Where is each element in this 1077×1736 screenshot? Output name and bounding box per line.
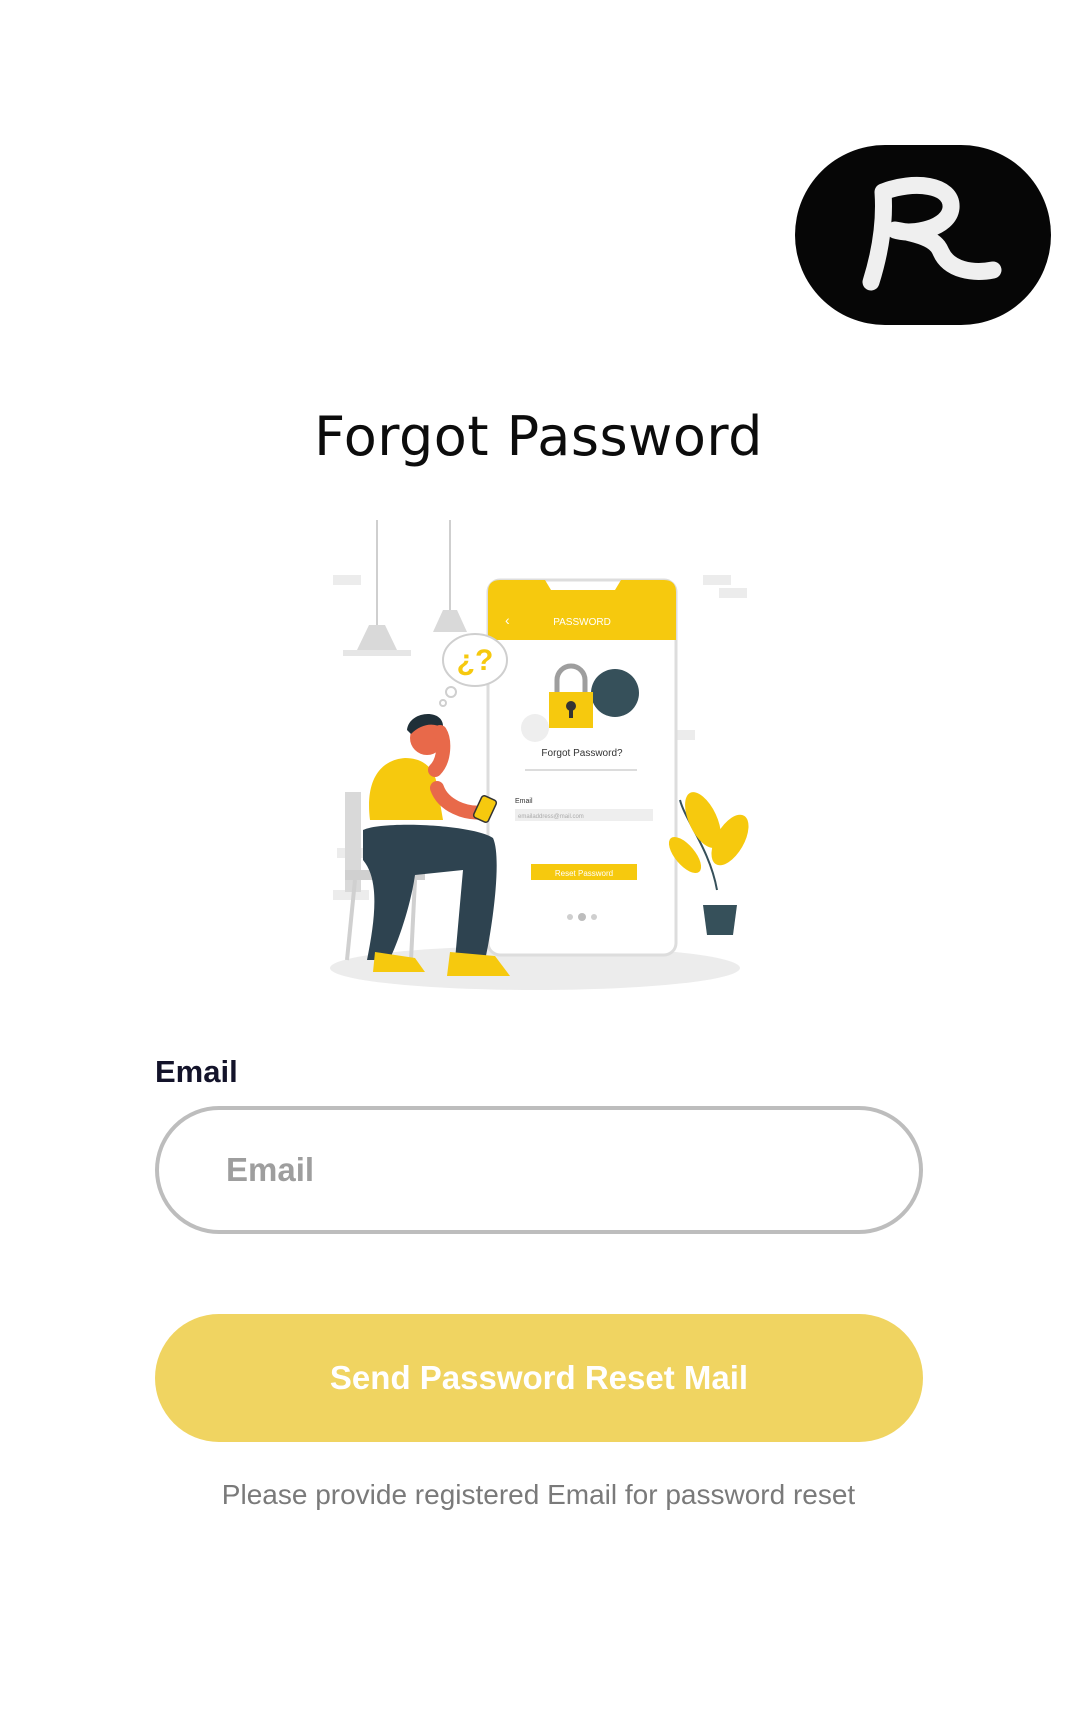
phone-email-value: emailaddress@mail.com <box>518 814 584 820</box>
send-reset-mail-button[interactable]: Send Password Reset Mail <box>155 1314 923 1442</box>
phone-email-label: Email <box>515 798 533 805</box>
page-title: Forgot Password <box>314 405 763 468</box>
phone-button-text: Reset Password <box>555 869 613 878</box>
app-logo <box>795 145 1051 325</box>
email-label: Email <box>155 1054 238 1089</box>
phone-header-text: PASSWORD <box>553 617 611 628</box>
reset-hint-text: Please provide registered Email for pass… <box>221 1479 856 1510</box>
svg-text:¿?: ¿? <box>457 644 494 677</box>
forgot-password-illustration: PASSWORD ‹ Forgot Password? Email emaila… <box>325 520 755 995</box>
rc-logo-icon <box>862 177 1002 291</box>
svg-text:‹: ‹ <box>505 612 510 628</box>
phone-heading-text: Forgot Password? <box>541 748 623 759</box>
email-input[interactable] <box>155 1106 923 1234</box>
